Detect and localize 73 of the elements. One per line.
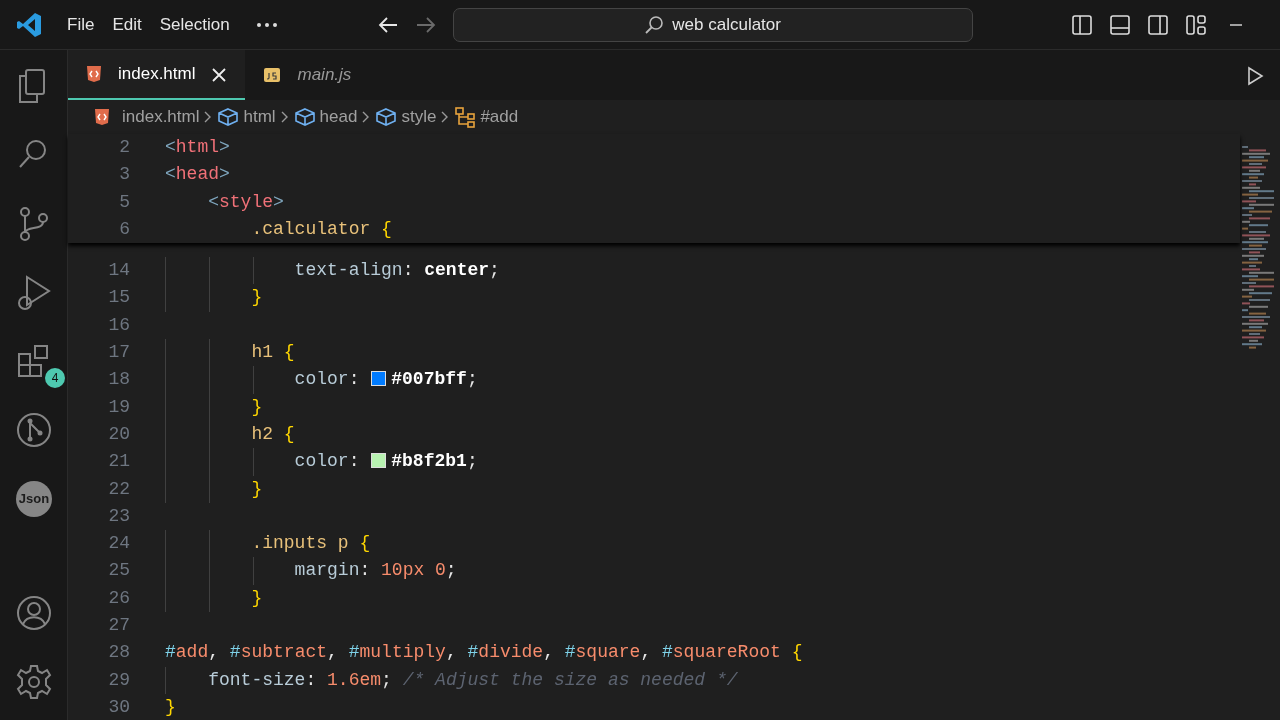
menu-item[interactable]: Selection — [150, 7, 239, 42]
cube-icon — [217, 107, 240, 127]
code-line: } — [165, 696, 176, 717]
line-number: 2 — [118, 136, 130, 159]
run-debug-icon[interactable] — [15, 272, 53, 311]
line-number: 29 — [107, 668, 130, 692]
toggle-secondary-sidebar-icon[interactable] — [1146, 13, 1169, 36]
code-line: text-align: center; — [293, 260, 500, 281]
line-number: 19 — [107, 395, 130, 419]
code-line: .inputs p { — [250, 533, 371, 554]
code-line: h1 { — [250, 342, 295, 363]
line-number: 27 — [107, 614, 130, 638]
chevron-icon — [279, 110, 290, 124]
minimize-icon[interactable] — [1228, 23, 1243, 28]
line-number: 30 — [107, 695, 130, 719]
cube-icon — [293, 107, 316, 127]
code-line: <html> — [165, 137, 230, 157]
line-number: 22 — [107, 477, 130, 501]
git-graph-icon[interactable] — [15, 410, 53, 449]
line-number: 17 — [107, 341, 130, 365]
html-file-icon — [94, 108, 110, 126]
code-line: .calculator { — [250, 218, 392, 239]
account-icon[interactable] — [15, 593, 53, 632]
code-line: margin: 10px 0; — [293, 560, 457, 581]
js-file-icon — [263, 66, 282, 84]
code-line: #add, #subtract, #multiply, #divide, #square, #squareRoot { — [165, 642, 803, 663]
breadcrumb-item[interactable]: style — [401, 104, 437, 130]
line-number: 25 — [107, 559, 130, 583]
code-line: color: #007bff; — [293, 369, 478, 390]
html-file-icon — [86, 65, 102, 83]
code-line: } — [250, 478, 263, 499]
line-number: 16 — [107, 313, 130, 337]
code-line: } — [250, 287, 263, 308]
app-logo-icon — [16, 11, 42, 38]
line-number: 15 — [107, 286, 130, 310]
code-line: h2 { — [250, 423, 295, 444]
code-line: } — [250, 587, 263, 608]
run-icon[interactable] — [1246, 66, 1264, 86]
breadcrumb-item[interactable]: index.html — [122, 104, 200, 130]
line-number: 14 — [107, 259, 130, 283]
cube-icon — [375, 107, 398, 127]
breadcrumb-item[interactable]: #add — [480, 104, 519, 130]
code-line: } — [250, 396, 263, 417]
breadcrumb-item[interactable]: html — [243, 104, 276, 130]
line-number: 20 — [107, 422, 130, 446]
menu-item[interactable]: Edit — [103, 7, 151, 42]
search-field[interactable]: web calculator — [452, 7, 973, 42]
line-number: 18 — [107, 368, 130, 392]
line-number: 26 — [107, 586, 130, 610]
line-number: 23 — [107, 504, 130, 528]
line-number: 24 — [107, 532, 130, 556]
line-number: 28 — [107, 641, 130, 665]
line-number: 21 — [107, 450, 130, 474]
editor-tab[interactable]: main.js — [245, 50, 370, 100]
toggle-panel-icon[interactable] — [1108, 13, 1131, 36]
line-number: 6 — [118, 217, 130, 241]
search-icon — [644, 14, 665, 35]
toggle-primary-sidebar-icon[interactable] — [1070, 13, 1093, 36]
code-line: color: #b8f2b1; — [293, 451, 478, 472]
settings-icon[interactable] — [15, 662, 53, 701]
close-icon[interactable] — [211, 66, 228, 83]
menu-item[interactable]: File — [58, 7, 104, 42]
breadcrumb-item[interactable]: head — [319, 104, 358, 130]
symbol-icon — [454, 106, 477, 128]
code-line: font-size: 1.6em; /* Adjust the size as needed */ — [207, 669, 738, 690]
code-line: <head> — [165, 164, 230, 185]
line-number: 3 — [118, 163, 130, 187]
editor-tab[interactable]: index.html — [68, 50, 246, 100]
customize-layout-icon[interactable] — [1184, 13, 1207, 36]
count-badge: 4 — [45, 368, 65, 388]
line-number: 5 — [118, 190, 130, 214]
json-icon[interactable]: Json — [16, 480, 52, 517]
code-line: <style> — [207, 191, 284, 212]
